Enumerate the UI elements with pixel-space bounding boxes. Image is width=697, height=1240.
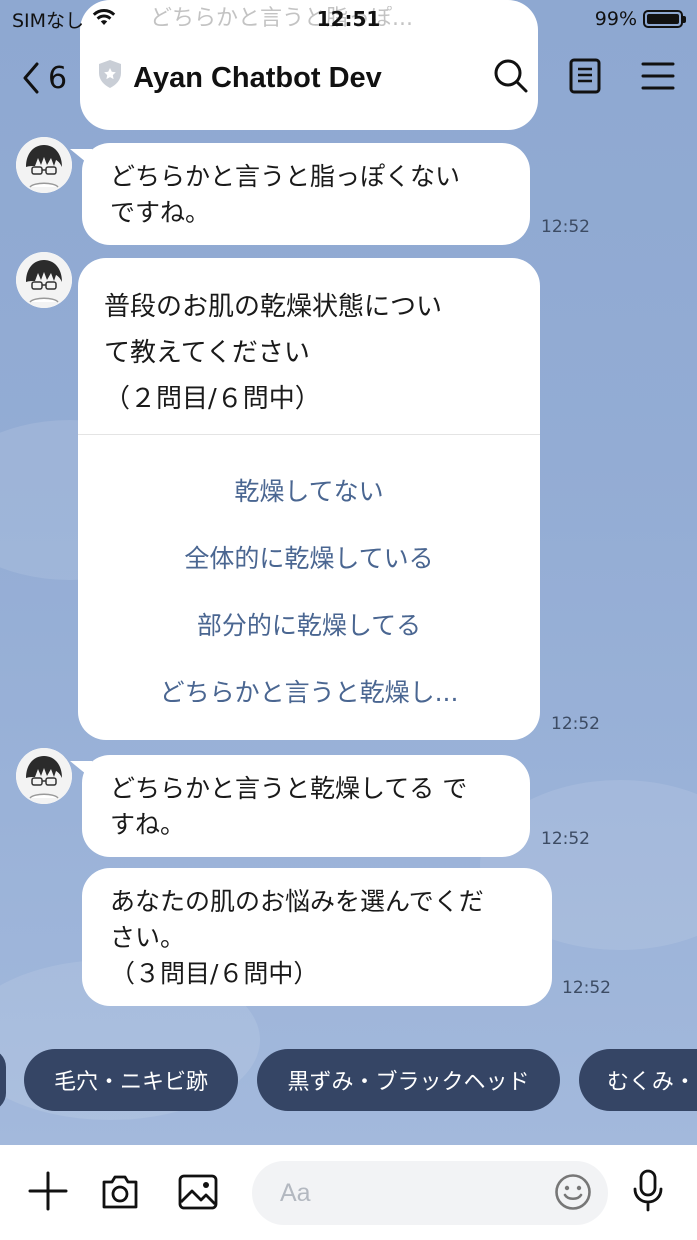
quick-reply-chip[interactable]: むくみ・	[579, 1049, 697, 1111]
battery-fill	[647, 14, 679, 24]
option-button[interactable]: 部分的に乾燥してる	[78, 606, 540, 642]
menu-icon[interactable]	[641, 61, 675, 95]
question-progress: （３問目/６問中）	[110, 959, 319, 988]
bot-message-bubble: どちらかと言うと脂っぽくない ですね。	[70, 143, 530, 245]
message-line: すね。	[110, 810, 186, 839]
chat-title[interactable]: Ayan Chatbot Dev	[97, 59, 382, 97]
message-timestamp: 12:52	[541, 217, 590, 237]
option-button[interactable]: どちらかと言うと乾燥し...	[78, 673, 540, 709]
option-button[interactable]: 全体的に乾燥している	[78, 539, 540, 575]
option-button[interactable]: 乾燥してない	[78, 472, 540, 508]
input-bar	[0, 1145, 697, 1240]
message-line: どちらかと言うと乾燥してる で	[110, 774, 468, 803]
question-progress: （２問目/６問中）	[104, 384, 321, 414]
unread-count: 6	[48, 60, 68, 96]
status-bar: SIMなし 12:51 99%	[0, 0, 697, 38]
bot-avatar[interactable]	[16, 137, 72, 193]
card-divider	[78, 434, 540, 435]
back-button[interactable]: 6	[22, 61, 67, 96]
question-text: 普段のお肌の乾燥状態につい	[104, 292, 443, 322]
bot-avatar[interactable]	[16, 252, 72, 308]
message-timestamp: 12:52	[562, 978, 611, 998]
message-timestamp: 12:52	[551, 714, 600, 734]
microphone-icon[interactable]	[632, 1169, 664, 1217]
plus-icon[interactable]	[28, 1171, 68, 1215]
message-line: ですね。	[110, 198, 211, 227]
quick-reply-chip[interactable]: 毛穴・ニキビ跡	[24, 1049, 238, 1111]
shield-icon	[97, 59, 123, 97]
question-text: て教えてください	[104, 338, 310, 368]
message-line: あなたの肌のお悩みを選んでくだ	[110, 887, 484, 916]
bot-message-bubble: あなたの肌のお悩みを選んでくだ さい。 （３問目/６問中）	[82, 868, 552, 1006]
message-line: さい。	[110, 923, 186, 952]
clock: 12:51	[316, 7, 381, 31]
chevron-left-icon	[23, 62, 39, 94]
message-timestamp: 12:52	[541, 829, 590, 849]
image-icon[interactable]	[178, 1174, 218, 1214]
battery-icon	[643, 10, 686, 28]
camera-icon[interactable]	[100, 1174, 140, 1214]
question-card: 普段のお肌の乾燥状態につい て教えてください （２問目/６問中） 乾燥してない …	[78, 258, 540, 740]
message-line: どちらかと言うと脂っぽくない	[110, 162, 461, 191]
chat-header: 6 Ayan Chatbot Dev	[0, 38, 697, 118]
chat-title-text: Ayan Chatbot Dev	[133, 61, 382, 94]
bot-avatar[interactable]	[16, 748, 72, 804]
quick-reply-chip[interactable]: 黒ずみ・ブラックヘッド	[257, 1049, 560, 1111]
bot-message-bubble: どちらかと言うと乾燥してる で すね。	[70, 755, 530, 857]
search-icon[interactable]	[493, 58, 529, 98]
notes-icon[interactable]	[569, 58, 601, 98]
emoji-icon[interactable]	[554, 1173, 592, 1215]
